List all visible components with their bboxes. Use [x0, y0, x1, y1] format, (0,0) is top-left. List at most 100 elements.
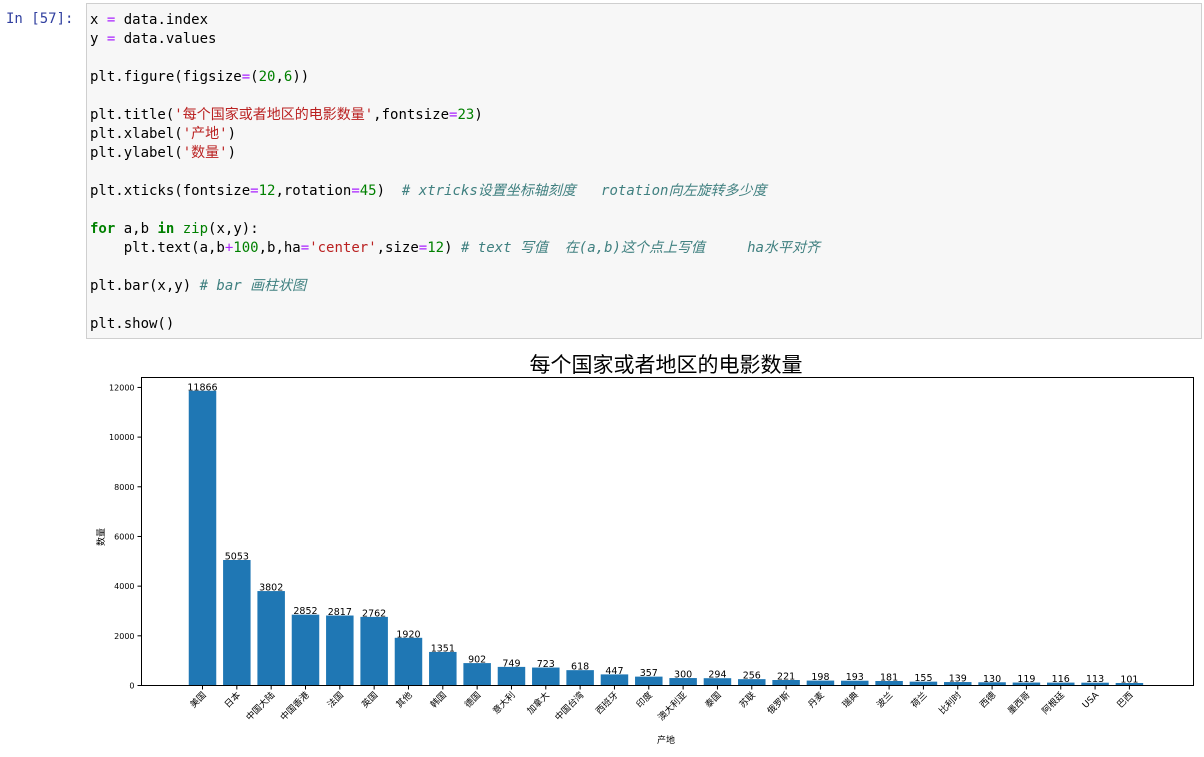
bar-chart: 每个国家或者地区的电影数量 数量 产地 0 2000 4000 6000 8000 100…	[95, 353, 1194, 746]
code-line[interactable]: plt.text(a,b+100,b,ha='center',size=12) …	[90, 239, 820, 258]
x-tick-label: 韩国	[428, 689, 449, 710]
y-tick-label: 2000	[114, 632, 134, 641]
y-tick-label: 10000	[109, 433, 134, 442]
bar-value-label: 11866	[187, 382, 217, 393]
y-tick-label: 8000	[114, 483, 134, 492]
bar-value-label: 1920	[396, 629, 420, 640]
x-tick-label: 意大利	[490, 689, 518, 717]
code-token: )	[376, 183, 402, 199]
code-token: plt.ylabel(	[90, 145, 183, 161]
code-token: =	[300, 240, 310, 256]
x-axis-label: 产地	[657, 734, 675, 746]
code-token: (x,y):	[208, 221, 259, 237]
x-tick-label: 巴西	[1115, 690, 1136, 711]
code-line[interactable]	[90, 258, 820, 277]
bar	[257, 591, 285, 686]
x-tick-label: 美国	[187, 689, 208, 710]
bar	[188, 390, 217, 686]
code-token: in	[157, 221, 175, 237]
code-line[interactable]	[90, 201, 820, 220]
bar-value-label: 618	[571, 662, 589, 673]
code-line[interactable]	[90, 49, 820, 68]
x-tick-label: 西德	[977, 689, 998, 710]
code-token: zip	[182, 221, 209, 237]
code-token: ,size	[376, 240, 419, 256]
bar-value-label: 300	[674, 670, 692, 681]
code-line[interactable]: plt.show()	[90, 315, 820, 334]
code-line[interactable]: plt.bar(x,y) # bar 画柱状图	[90, 277, 820, 296]
code-token: # xtricks设置坐标轴刻度 rotation向左旋转多少度	[401, 183, 767, 199]
code-token: plt.show()	[90, 316, 175, 332]
chart-title: 每个国家或者地区的电影数量	[530, 353, 803, 377]
x-tick-label: 中国大陆	[243, 689, 277, 723]
bar-value-label: 902	[468, 655, 486, 666]
code-token: =	[250, 183, 259, 199]
bar-value-label: 139	[949, 674, 967, 685]
code-token: plt.xlabel(	[90, 126, 183, 142]
code-line[interactable]: x = data.index	[90, 11, 820, 30]
code-token: '每个国家或者地区的电影数量'	[174, 107, 374, 123]
code-token: ,b,ha	[258, 240, 301, 256]
bar-value-label: 116	[1052, 674, 1070, 685]
code-token: ,rotation	[275, 183, 352, 199]
bar-value-label: 119	[1017, 674, 1035, 685]
code-cell[interactable]: x = data.index y = data.values plt.figure…	[86, 3, 1202, 339]
code-token: )	[227, 126, 237, 142]
code-token: 20	[258, 69, 276, 85]
x-tick-label: 日本	[222, 689, 243, 710]
code-token: '产地'	[182, 126, 228, 142]
bar-value-label: 2762	[362, 608, 386, 619]
code-token: '数量'	[182, 145, 228, 161]
code-token: 12	[258, 183, 276, 199]
x-tick-label: 印度	[634, 689, 655, 710]
code-token: =	[241, 69, 251, 85]
bar	[291, 614, 320, 686]
code-line[interactable]: for a,b in zip(x,y):	[90, 220, 820, 239]
bar	[429, 651, 457, 686]
code-line[interactable]: plt.ylabel('数量')	[90, 144, 820, 163]
x-tick-label: 丹麦	[805, 689, 826, 710]
code-line[interactable]	[90, 163, 820, 182]
code-token: ,fontsize	[373, 107, 450, 123]
x-tick-label: 阿根廷	[1039, 689, 1067, 717]
x-tick-label: 俄罗斯	[765, 689, 793, 717]
code-token: plt.figure(figsize	[90, 69, 242, 85]
bar-value-label: 221	[777, 672, 795, 683]
code-line[interactable]	[90, 87, 820, 106]
x-tick-label: 中国台湾	[552, 689, 586, 723]
x-tick-label: USA	[1081, 690, 1102, 711]
code-line[interactable]: plt.xticks(fontsize=12,rotation=45) # xt…	[90, 182, 820, 201]
code-token: =	[351, 183, 360, 199]
bar-value-label: 723	[537, 659, 555, 670]
x-tick-label: 澳大利亚	[655, 689, 689, 723]
code-line[interactable]: plt.xlabel('产地')	[90, 125, 820, 144]
code-token: =	[418, 240, 428, 256]
bar-value-label: 5053	[225, 552, 249, 563]
code-token: )	[444, 240, 461, 256]
y-axis: 0 2000 4000 6000 8000 10000 12000	[109, 383, 142, 691]
code-token: ))	[292, 69, 310, 85]
bar-value-label: 193	[846, 672, 864, 683]
code-token: plt.title(	[90, 107, 175, 123]
y-axis-label: 数量	[95, 528, 107, 546]
code-token: y	[90, 31, 107, 47]
code-token: # bar 画柱状图	[199, 278, 307, 294]
code-line[interactable]	[90, 296, 820, 315]
code-line[interactable]: plt.title('每个国家或者地区的电影数量',fontsize=23)	[90, 106, 820, 125]
x-axis: 美国 日本 中国大陆 中国香港 法国 英国 其他 韩国 德国 意大利 加拿大 中国台湾 西班牙 印度 澳大利…	[187, 685, 1136, 723]
code-token: 100	[233, 240, 259, 256]
code-editor[interactable]: x = data.index y = data.values plt.figure…	[90, 11, 820, 334]
cell-output: 每个国家或者地区的电影数量 数量 产地 0 2000 4000 6000 8000 100…	[86, 344, 1204, 753]
bar-value-label: 181	[880, 673, 898, 684]
x-tick-label: 墨西哥	[1006, 690, 1033, 717]
x-tick-label: 荷兰	[908, 689, 929, 710]
code-token: plt.bar(x,y)	[90, 278, 200, 294]
code-line[interactable]: y = data.values	[90, 30, 820, 49]
x-tick-label: 比利时	[936, 689, 964, 717]
code-token: 23	[457, 107, 475, 123]
code-token: x	[90, 12, 107, 28]
code-line[interactable]: plt.figure(figsize=(20,6))	[90, 68, 820, 87]
bar-value-label: 1351	[431, 643, 455, 654]
x-tick-label: 泰国	[702, 689, 723, 710]
